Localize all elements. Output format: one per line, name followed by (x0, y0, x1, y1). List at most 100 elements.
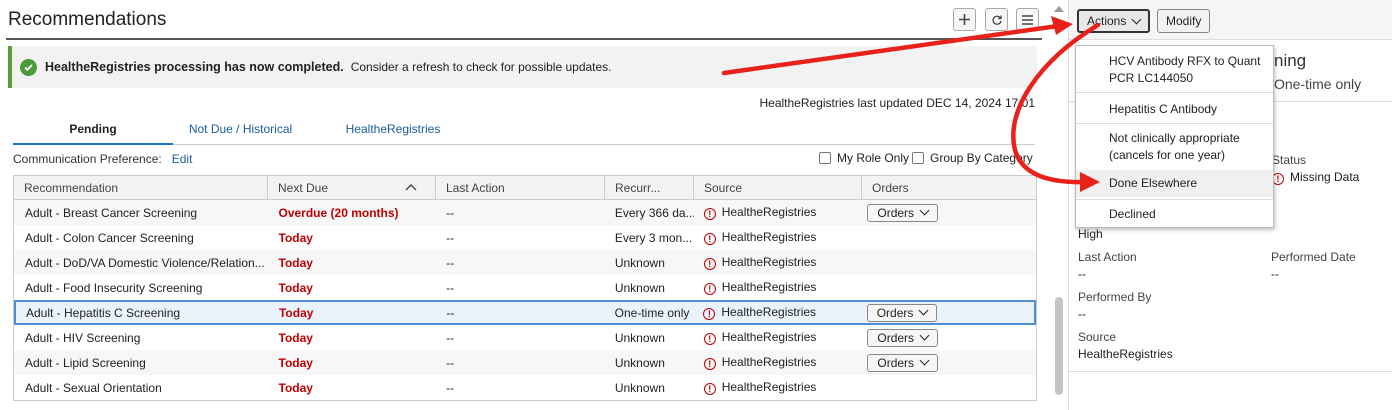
column-header-orders[interactable]: Orders (862, 176, 1036, 199)
last-action-cell: -- (446, 280, 455, 295)
next-due-cell: Today (278, 230, 313, 245)
alert-icon: ! (703, 333, 716, 345)
last-action-label: Last Action (1078, 250, 1137, 264)
chevron-down-icon (919, 330, 930, 341)
recommendation-cell: Adult - Breast Cancer Screening (25, 205, 198, 220)
table-row[interactable]: Adult - Breast Cancer Screening Overdue (… (14, 200, 1036, 225)
detail-title-fragment: ning (1274, 51, 1307, 70)
orders-button[interactable]: Orders (866, 303, 938, 322)
chevron-down-icon (919, 355, 930, 366)
tab-pending[interactable]: Pending (13, 113, 173, 145)
orders-button[interactable]: Orders (867, 353, 939, 372)
source-text: HealtheRegistries (721, 280, 817, 294)
hamburger-icon (1022, 14, 1033, 25)
group-by-category-checkbox[interactable]: Group By Category (912, 151, 1033, 165)
orders-cell: Orders (861, 203, 1035, 222)
menu-item-hepatitis-c-antibody[interactable]: Hepatitis C Antibody (1076, 98, 1273, 120)
menu-item-not-clinically-appropriate[interactable]: Not clinically appropriate (cancels for … (1076, 129, 1273, 165)
menu-item-done-elsewhere[interactable]: Done Elsewhere (1076, 170, 1273, 197)
status-value: ! Missing Data (1272, 170, 1359, 185)
recommendations-panel: Recommendations HealtheRegistries proces… (0, 0, 1048, 410)
orders-cell: Orders (861, 353, 1035, 372)
chevron-down-icon (918, 305, 929, 316)
performed-by-value: -- (1078, 307, 1086, 321)
tab-bar: Pending Not Due / Historical HealtheRegi… (13, 113, 1035, 145)
recommendation-cell: Adult - Lipid Screening (25, 355, 146, 370)
modify-button[interactable]: Modify (1157, 9, 1211, 33)
last-updated-text: HealtheRegistries last updated DEC 14, 2… (759, 96, 1035, 110)
column-header-recurrence[interactable]: Recurr... (605, 176, 694, 199)
recommendation-cell: Adult - Sexual Orientation (25, 380, 162, 395)
my-role-only-checkbox[interactable]: My Role Only (819, 151, 909, 165)
actions-button[interactable]: Actions (1077, 9, 1151, 33)
tab-not-due-historical[interactable]: Not Due / Historical (173, 113, 308, 145)
recommendation-cell: Adult - DoD/VA Domestic Violence/Relatio… (25, 255, 265, 270)
status-label: Status (1272, 153, 1307, 167)
source-cell: ! HealtheRegistries (693, 305, 860, 320)
alert-icon: ! (703, 358, 716, 370)
menu-item-hcv-antibody-rfx[interactable]: HCV Antibody RFX to Quant PCR LC144050 (1076, 52, 1273, 88)
last-action-cell: -- (446, 330, 455, 345)
detail-bottom-divider (1069, 371, 1392, 372)
menu-button[interactable] (1016, 8, 1039, 31)
table-row[interactable]: Adult - Sexual Orientation Today -- Unknown… (14, 375, 1036, 400)
menu-separator (1076, 199, 1273, 200)
menu-separator (1076, 123, 1273, 124)
alert-icon: ! (703, 383, 716, 395)
edit-link[interactable]: Edit (172, 152, 193, 166)
column-header-source[interactable]: Source (694, 176, 862, 199)
recurrence-cell: One-time only (614, 305, 690, 320)
menu-item-declined[interactable]: Declined (1076, 203, 1273, 225)
chevron-down-icon (1131, 14, 1142, 24)
add-button[interactable] (953, 8, 976, 31)
source-cell: ! HealtheRegistries (694, 255, 862, 270)
actions-dropdown-menu: HCV Antibody RFX to Quant PCR LC144050 H… (1075, 45, 1274, 228)
refresh-button[interactable] (985, 8, 1008, 31)
table-row[interactable]: Adult - Food Insecurity Screening Today --… (14, 275, 1036, 300)
source-text: HealtheRegistries (721, 255, 817, 269)
table-row[interactable]: Adult - Lipid Screening Today -- Unknown! He… (14, 350, 1036, 375)
recurrence-cell: Every 366 da... (614, 205, 694, 220)
column-header-next-due[interactable]: Next Due (268, 176, 436, 199)
plus-icon (959, 14, 970, 25)
orders-cell: Orders (861, 303, 1034, 322)
source-cell: ! HealtheRegistries (694, 330, 862, 345)
scroll-up-arrow-icon[interactable] (1054, 6, 1064, 12)
recurrence-cell: Unknown (614, 280, 665, 295)
performed-date-label: Performed Date (1271, 250, 1356, 264)
chevron-down-icon (919, 205, 930, 216)
next-due-cell: Today (278, 280, 313, 295)
banner-text: Consider a refresh to check for possible… (350, 60, 612, 74)
priority-value: High (1078, 227, 1103, 241)
next-due-cell: Today (278, 355, 313, 370)
last-action-value: -- (1078, 267, 1086, 281)
recurrence-cell: Unknown (614, 380, 665, 395)
status-banner: HealtheRegistries processing has now com… (8, 46, 1037, 88)
checkbox-box[interactable] (912, 152, 924, 164)
column-header-next-due-label: Next Due (278, 181, 329, 195)
recurrence-cell: Unknown (614, 330, 665, 345)
scrollbar-thumb[interactable] (1055, 297, 1063, 395)
table-row[interactable]: Adult - Hepatitis C Screening Today -- One-… (14, 300, 1036, 325)
source-text: HealtheRegistries (721, 205, 817, 219)
source-label: Source (1078, 330, 1117, 344)
column-header-recommendation[interactable]: Recommendation (14, 176, 268, 199)
recommendations-table: Recommendation Next Due Last Action Recu… (13, 175, 1037, 401)
checkbox-box[interactable] (819, 152, 831, 164)
checkmark-icon (20, 58, 37, 76)
alert-icon: ! (703, 208, 716, 220)
banner-bold-text: HealtheRegistries processing has now com… (45, 60, 344, 74)
recurrence-cell: Unknown (614, 355, 665, 370)
next-due-cell: Today (278, 380, 313, 395)
source-text: HealtheRegistries (721, 330, 817, 344)
table-row[interactable]: Adult - DoD/VA Domestic Violence/Relatio… (14, 250, 1036, 275)
orders-button[interactable]: Orders (867, 328, 939, 347)
tab-healtheregistries[interactable]: HealtheRegistries (328, 113, 458, 145)
table-row[interactable]: Adult - Colon Cancer Screening Today -- Eve… (14, 225, 1036, 250)
table-row[interactable]: Adult - HIV Screening Today -- Unknown! Heal… (14, 325, 1036, 350)
orders-button[interactable]: Orders (867, 203, 939, 222)
column-header-last-action[interactable]: Last Action (436, 176, 605, 199)
sort-ascending-icon (405, 184, 417, 191)
last-action-cell: -- (446, 355, 455, 370)
vertical-scrollbar[interactable] (1053, 0, 1065, 410)
